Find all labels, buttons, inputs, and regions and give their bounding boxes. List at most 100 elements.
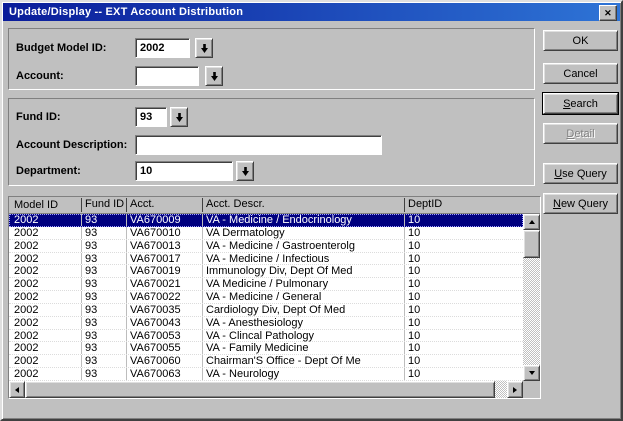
cell: 2002 (14, 227, 38, 239)
budget-model-id-row: Budget Model ID: (9, 38, 534, 58)
cell: VA670022 (126, 291, 181, 303)
cell: Cardiology Div, Dept Of Med (202, 304, 345, 316)
vertical-scroll-thumb[interactable] (523, 230, 540, 258)
cell: 10 (404, 291, 420, 303)
table-row[interactable]: 200293VA670053VA - Clincal Pathology10 (9, 330, 523, 343)
horizontal-scrollbar[interactable] (9, 381, 523, 398)
scroll-right-button[interactable] (507, 381, 523, 398)
cell: 10 (404, 240, 420, 252)
down-arrow-icon (211, 72, 218, 81)
cell: VA670053 (126, 330, 181, 342)
table-row[interactable]: 200293VA670010VA Dermatology10 (9, 227, 523, 240)
cell: 2002 (14, 355, 38, 367)
cell: 2002 (14, 278, 38, 290)
cell: 10 (404, 214, 420, 226)
table-row[interactable]: 2002 93 VA670035 Cardiology Div, Dept Of Me… (9, 304, 523, 317)
cell: 10 (404, 368, 420, 380)
vertical-scrollbar[interactable] (523, 214, 540, 381)
ok-button[interactable]: OK (543, 30, 618, 51)
cell: 10 (404, 317, 420, 329)
department-input[interactable] (135, 161, 233, 181)
cell: VA - Medicine / General (202, 291, 321, 303)
cell: 93 (81, 317, 97, 329)
close-button[interactable]: ✕ (599, 5, 617, 21)
cell: VA - Family Medicine (202, 342, 309, 354)
cell: 10 (404, 355, 420, 367)
scroll-left-button[interactable] (9, 381, 25, 398)
search-button[interactable]: Search (543, 93, 618, 114)
detail-button: Detail (543, 123, 618, 144)
table-row[interactable]: 200293VA670009VA - Medicine / Endocrinol… (9, 214, 523, 227)
scroll-down-button[interactable] (523, 365, 540, 381)
right-arrow-icon (513, 387, 520, 393)
budget-model-id-prompt-button[interactable] (195, 38, 213, 58)
cell: VA - Clincal Pathology (202, 330, 314, 342)
table-row[interactable]: 200293VA670021VA Medicine / Pulmonary10 (9, 278, 523, 291)
cell: VA670021 (126, 278, 181, 290)
cell: 93 (81, 291, 97, 303)
column-header-model-id: Model ID (14, 199, 58, 211)
budget-model-id-label: Budget Model ID: (16, 42, 106, 54)
cell: VA Medicine / Pulmonary (202, 278, 328, 290)
dialog-window: Update/Display -- EXT Account Distributi… (0, 0, 623, 421)
table-row[interactable]: 200293VA670013VA - Medicine / Gastroente… (9, 240, 523, 253)
table-row[interactable]: 200293VA670043VA - Anesthesiology10 (9, 317, 523, 330)
down-arrow-icon (529, 371, 535, 378)
table-row[interactable]: 200293VA670019Immunology Div, Dept Of Me… (9, 265, 523, 278)
table-row[interactable]: 200293VA670022VA - Medicine / General10 (9, 291, 523, 304)
top-group-box: Budget Model ID: Account: (8, 28, 535, 90)
cell: VA670035 (126, 304, 181, 316)
account-description-row: Account Description: (9, 135, 534, 155)
cell: VA670019 (126, 265, 181, 277)
budget-model-id-input[interactable] (135, 38, 190, 58)
department-prompt-button[interactable] (236, 161, 254, 181)
left-arrow-icon (12, 387, 19, 393)
account-prompt-button[interactable] (205, 66, 223, 86)
department-row: Department: (9, 161, 534, 181)
cell: 10 (404, 304, 420, 316)
up-arrow-icon (529, 217, 535, 224)
cell: VA670063 (126, 368, 181, 380)
scrollbar-corner (523, 381, 540, 398)
cell: 93 (81, 227, 97, 239)
cell: VA - Neurology (202, 368, 279, 380)
account-label: Account: (16, 70, 64, 82)
cell: 93 (81, 304, 97, 316)
cell: VA670055 (126, 342, 181, 354)
account-input[interactable] (135, 66, 199, 86)
cell: 93 (81, 240, 97, 252)
cell: 93 (81, 355, 97, 367)
department-label: Department: (16, 165, 81, 177)
new-query-button[interactable]: New Query (543, 193, 618, 214)
cell: 2002 (14, 265, 38, 277)
cancel-button[interactable]: Cancel (543, 63, 618, 84)
cell: 2002 (14, 214, 38, 226)
table-row[interactable]: 200293VA670017VA - Medicine / Infectious… (9, 253, 523, 266)
cell: 2002 (14, 304, 38, 316)
table-row[interactable]: 200293VA670055VA - Family Medicine10 (9, 342, 523, 355)
account-description-input[interactable] (135, 135, 382, 155)
cell: VA - Medicine / Infectious (202, 253, 329, 265)
table-row[interactable]: 200293VA670063VA - Neurology10 (9, 368, 523, 381)
fund-id-prompt-button[interactable] (170, 107, 188, 127)
account-row: Account: (9, 66, 534, 86)
cell: 10 (404, 342, 420, 354)
cell: 10 (404, 265, 420, 277)
close-icon: ✕ (604, 9, 612, 18)
cell: VA670060 (126, 355, 181, 367)
fund-id-row: Fund ID: (9, 107, 534, 127)
filter-group-box: Fund ID: Account Description: Department: (8, 98, 535, 186)
horizontal-scroll-thumb[interactable] (25, 381, 495, 398)
cell: 93 (81, 253, 97, 265)
table-row[interactable]: 2002 93 VA670060 Chairman'S Office - Dept O… (9, 355, 523, 368)
fund-id-input[interactable] (135, 107, 167, 127)
use-query-button[interactable]: Use Query (543, 163, 618, 184)
account-description-label: Account Description: (16, 139, 127, 151)
window-title: Update/Display -- EXT Account Distributi… (9, 6, 243, 18)
fund-id-label: Fund ID: (16, 111, 61, 123)
cell: 2002 (14, 342, 38, 354)
cell: 93 (81, 368, 97, 380)
cell: VA670017 (126, 253, 181, 265)
scroll-up-button[interactable] (523, 214, 540, 230)
cell: Chairman'S Office - Dept Of Me (202, 355, 361, 367)
